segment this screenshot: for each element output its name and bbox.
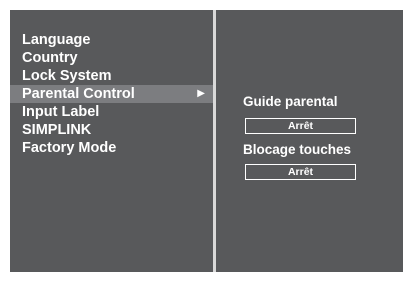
- parental-control-submenu: Guide parental Arrêt Blocage touches Arr…: [216, 10, 403, 272]
- menu-item-label: SIMPLINK: [22, 122, 92, 138]
- guide-parental-value-box[interactable]: Arrêt: [245, 118, 356, 134]
- menu-item-language[interactable]: Language: [10, 31, 213, 49]
- menu-item-label: Factory Mode: [22, 140, 117, 156]
- main-menu: Language Country Lock System Parental Co…: [10, 31, 213, 157]
- key-lock-value-box[interactable]: Arrêt: [245, 164, 356, 180]
- menu-item-label: Parental Control: [22, 86, 135, 102]
- key-lock-label: Blocage touches: [243, 142, 352, 157]
- menu-item-parental-control[interactable]: Parental Control ▶: [10, 85, 213, 103]
- menu-item-label: Language: [22, 32, 91, 48]
- guide-parental-label: Guide parental: [243, 94, 338, 109]
- menu-item-lock-system[interactable]: Lock System: [10, 67, 213, 85]
- menu-item-label: Lock System: [22, 68, 112, 84]
- menu-item-simplink[interactable]: SIMPLINK: [10, 121, 213, 139]
- arrow-right-icon: ▶: [197, 88, 205, 99]
- menu-item-label: Input Label: [22, 104, 100, 120]
- menu-item-input-label[interactable]: Input Label: [10, 103, 213, 121]
- menu-item-label: Country: [22, 50, 78, 66]
- menu-item-country[interactable]: Country: [10, 49, 213, 67]
- menu-item-factory-mode[interactable]: Factory Mode: [10, 139, 213, 157]
